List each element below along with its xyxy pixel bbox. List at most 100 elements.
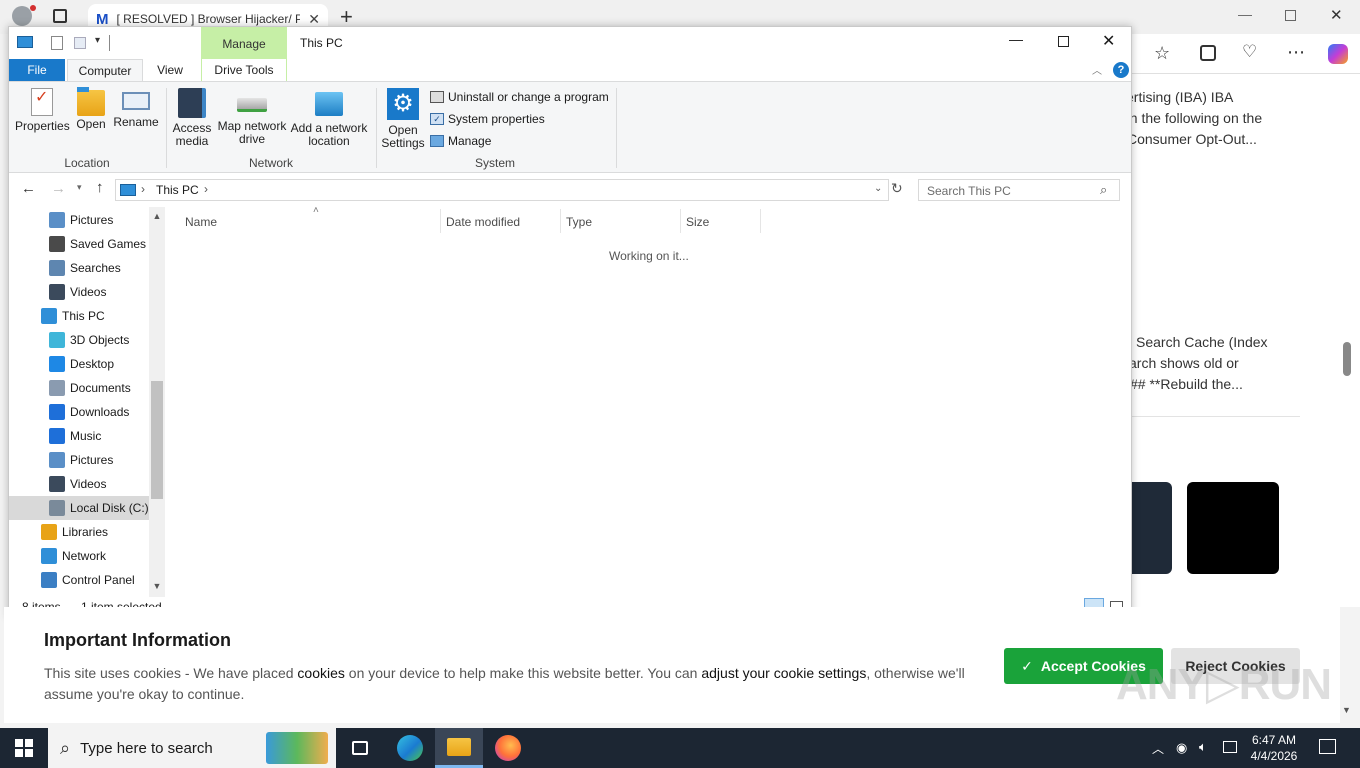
tab-computer[interactable]: Computer [67,59,143,82]
tab-drive-tools[interactable]: Drive Tools [201,59,287,81]
search-highlight-icon [266,732,328,764]
breadcrumb[interactable]: This PC [156,183,199,197]
task-view-icon[interactable] [336,728,384,768]
volume-icon[interactable]: 🔈︎ [1199,739,1207,755]
article-thumbnail[interactable] [1132,482,1172,574]
more-options-icon[interactable]: ⋯ [1287,42,1305,63]
notifications-icon[interactable] [1319,739,1336,754]
nav-item[interactable]: Music [9,424,149,448]
column-date-modified[interactable]: Date modified [446,215,520,229]
map-network-drive-button[interactable]: Map network drive [215,88,289,146]
close-tab-icon[interactable]: ✕ [308,11,320,28]
rename-button[interactable]: Rename [113,88,159,129]
scroll-thumb[interactable] [151,381,163,499]
properties-button[interactable]: ✓ Properties [15,88,70,133]
nav-item[interactable]: Libraries [9,520,149,544]
nav-item[interactable]: This PC [9,304,149,328]
recent-locations-icon[interactable]: ▾ [77,182,82,193]
collapse-ribbon-icon[interactable]: ︿ [1092,62,1102,77]
minimize-icon[interactable]: — [1009,31,1023,47]
clock-date: 4/4/2026 [1250,749,1298,763]
nav-item[interactable]: Control Panel [9,568,149,592]
up-arrow-icon[interactable]: ↑ [96,179,104,196]
manage-button[interactable]: Manage [430,134,491,148]
downloads-icon [49,404,65,420]
collections-icon[interactable] [1200,45,1216,61]
nav-item[interactable]: Local Disk (C:) [9,496,149,520]
maximize-icon[interactable] [1058,36,1069,47]
videos-icon [49,284,65,300]
divider [616,88,617,168]
cookie-settings-link[interactable]: adjust your cookie settings [701,665,866,681]
network-drive-icon [237,98,267,112]
copilot-icon[interactable] [1328,44,1348,64]
open-button[interactable]: Open [73,87,109,131]
scroll-up-icon[interactable]: ▲ [149,207,165,221]
loading-status: Working on it... [609,249,689,263]
system-properties-button[interactable]: ✓ System properties [430,112,545,126]
chevron-right-icon[interactable]: › [204,182,208,196]
edge-taskbar-icon[interactable] [386,728,434,768]
new-folder-qat-icon[interactable] [74,37,86,49]
show-hidden-icons-icon[interactable]: ︿ [1152,740,1164,757]
tab-file[interactable]: File [9,59,65,81]
close-browser-icon[interactable]: ✕ [1330,6,1343,24]
nav-item[interactable]: Pictures [9,208,149,232]
column-size[interactable]: Size [686,215,709,229]
favorites-icon[interactable]: ☆ [1154,43,1170,64]
nav-scrollbar[interactable]: ▲ ▼ [149,207,165,597]
article-thumbnail[interactable] [1187,482,1279,574]
chevron-right-icon[interactable]: › [141,182,145,196]
add-network-location-label: Add a network location [290,121,368,148]
uninstall-program-button[interactable]: Uninstall or change a program [430,90,609,104]
notification-dot [30,5,36,11]
qat-dropdown-icon[interactable]: ▾ [95,35,100,46]
back-arrow-icon[interactable]: ← [21,180,36,197]
search-input[interactable]: Search This PC ⌕ [918,179,1120,201]
refresh-icon[interactable]: ↻ [891,180,903,197]
profile-icon[interactable] [12,6,32,26]
cookies-link[interactable]: cookies [297,665,344,681]
column-type[interactable]: Type [566,215,592,229]
scroll-down-icon[interactable]: ▼ [149,581,165,591]
file-explorer-taskbar-icon[interactable] [435,728,483,768]
tab-actions-icon[interactable] [53,9,67,23]
minimize-browser-icon[interactable]: — [1238,6,1252,22]
restore-browser-icon[interactable] [1285,10,1296,21]
videos-icon [49,476,65,492]
tab-view[interactable]: View [145,59,195,81]
address-bar[interactable]: › This PC › ⌄ [115,179,889,201]
scroll-thumb[interactable] [1343,342,1351,376]
column-name[interactable]: Name [185,215,217,229]
firefox-taskbar-icon[interactable] [484,728,532,768]
nav-item[interactable]: Network [9,544,149,568]
nav-item[interactable]: Documents [9,376,149,400]
taskbar-search-box[interactable]: ⌕ Type here to search [48,728,336,768]
nav-item[interactable]: Desktop [9,352,149,376]
page-scrollbar[interactable] [1300,74,1360,607]
access-media-button[interactable]: Access media [169,88,215,148]
nav-item[interactable]: Videos [9,472,149,496]
nav-item[interactable]: Pictures [9,448,149,472]
nav-item[interactable]: Searches [9,256,149,280]
browser-essentials-icon[interactable]: ♡ [1242,42,1257,62]
add-network-location-button[interactable]: Add a network location [289,88,369,148]
navigation-pane: Pictures Saved Games Searches Videos This PC… [9,207,165,597]
nav-item[interactable]: 3D Objects [9,328,149,352]
meet-now-icon[interactable]: ◉ [1176,740,1187,756]
nav-item[interactable]: Downloads [9,400,149,424]
network-status-icon[interactable] [1223,741,1237,753]
open-settings-button[interactable]: ⚙ Open Settings [381,88,425,150]
system-clock[interactable]: 6:47 AM 4/4/2026 [1244,728,1304,768]
network-location-icon [315,92,343,116]
address-dropdown-icon[interactable]: ⌄ [874,183,882,194]
search-icon[interactable]: ⌕ [1100,182,1107,198]
close-icon[interactable]: ✕ [1102,31,1115,51]
nav-item[interactable]: Saved Games [9,232,149,256]
page-scroll-down-icon[interactable]: ▼ [1342,705,1351,715]
properties-qat-icon[interactable] [51,36,63,50]
forward-arrow-icon[interactable]: → [51,180,66,197]
help-icon[interactable]: ? [1113,62,1129,78]
start-button[interactable] [0,728,48,768]
nav-item[interactable]: Videos [9,280,149,304]
